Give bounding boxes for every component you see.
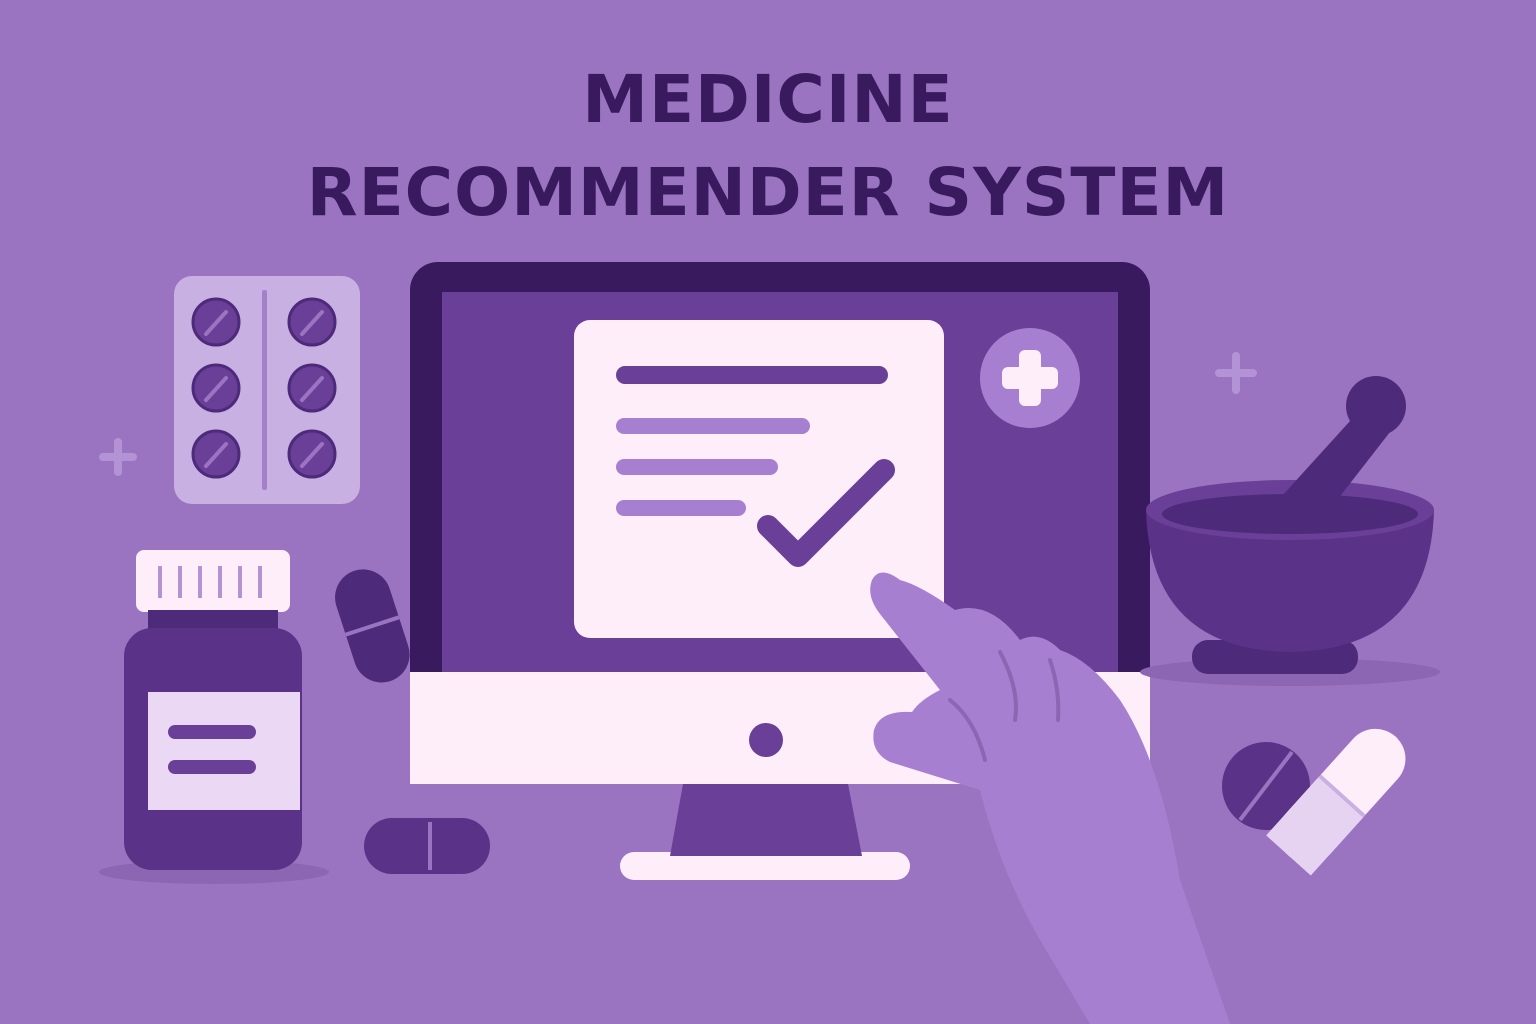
title-line-2: RECOMMENDER SYSTEM: [307, 154, 1229, 231]
illustration: MEDICINE RECOMMENDER SYSTEM: [99, 61, 1440, 1024]
capsule-icon: [364, 818, 490, 874]
title-line-1: MEDICINE: [582, 61, 953, 138]
sparkle-plus-icon: [99, 438, 137, 476]
sparkle-plus-icon: [1215, 352, 1257, 394]
medical-cross-icon: [980, 328, 1080, 428]
power-button-icon: [749, 723, 783, 757]
mortar-pestle-icon: [1140, 376, 1440, 686]
pill-bottle-icon: [99, 550, 329, 884]
blister-pack-icon: [174, 276, 360, 504]
capsule-icon: [335, 569, 410, 683]
